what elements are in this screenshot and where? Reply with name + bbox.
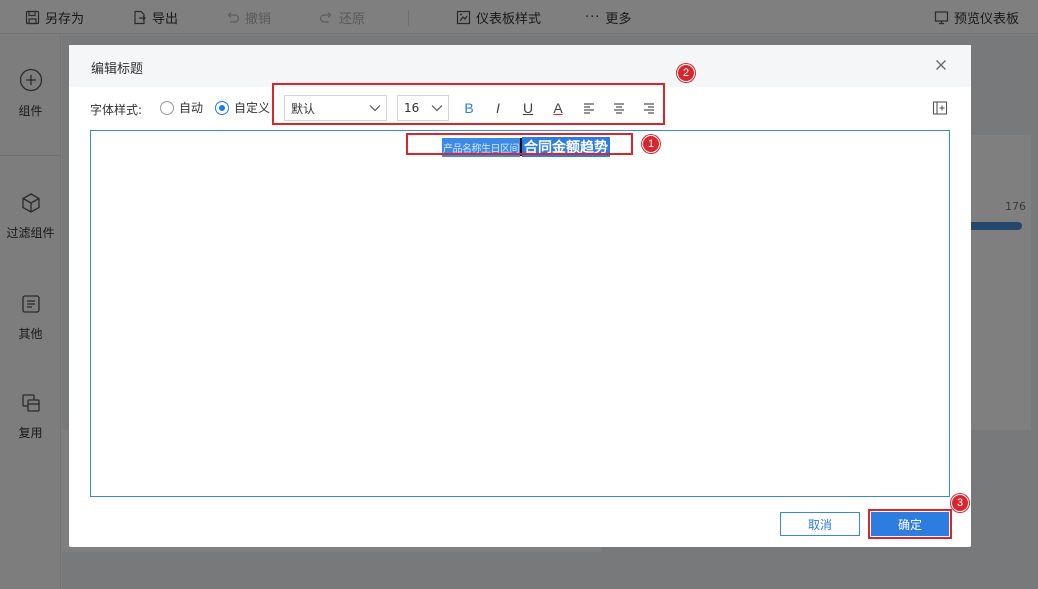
font-style-label: 字体样式: xyxy=(90,103,143,117)
cancel-button[interactable]: 取消 xyxy=(780,512,860,536)
close-icon xyxy=(936,60,946,70)
annotation-badge-1: 1 xyxy=(642,135,660,153)
insert-field-icon xyxy=(932,101,948,115)
insert-field-button[interactable] xyxy=(930,98,950,118)
radio-auto-label: 自动 xyxy=(179,101,204,115)
annotation-box-toolbar xyxy=(272,83,665,125)
annotation-box-confirm xyxy=(868,509,952,539)
close-button[interactable] xyxy=(933,57,949,73)
radio-custom-dot xyxy=(215,100,229,115)
annotation-badge-2: 2 xyxy=(677,64,695,82)
annotation-badge-3: 3 xyxy=(951,494,969,512)
title-editor[interactable]: 产品名称生日区间 合同金额趋势 xyxy=(90,130,950,497)
radio-auto[interactable]: 自动 xyxy=(160,99,203,116)
annotation-box-title xyxy=(406,133,633,155)
radio-custom[interactable]: 自定义 xyxy=(215,99,270,116)
dialog-title: 编辑标题 xyxy=(91,62,144,77)
dialog-header: 编辑标题 xyxy=(69,45,971,87)
edit-title-dialog: 编辑标题 字体样式: 自动 自定义 默认 16 B I U A 2 产品名称生日… xyxy=(69,45,971,547)
radio-custom-label: 自定义 xyxy=(234,101,271,115)
radio-auto-dot xyxy=(160,100,174,115)
